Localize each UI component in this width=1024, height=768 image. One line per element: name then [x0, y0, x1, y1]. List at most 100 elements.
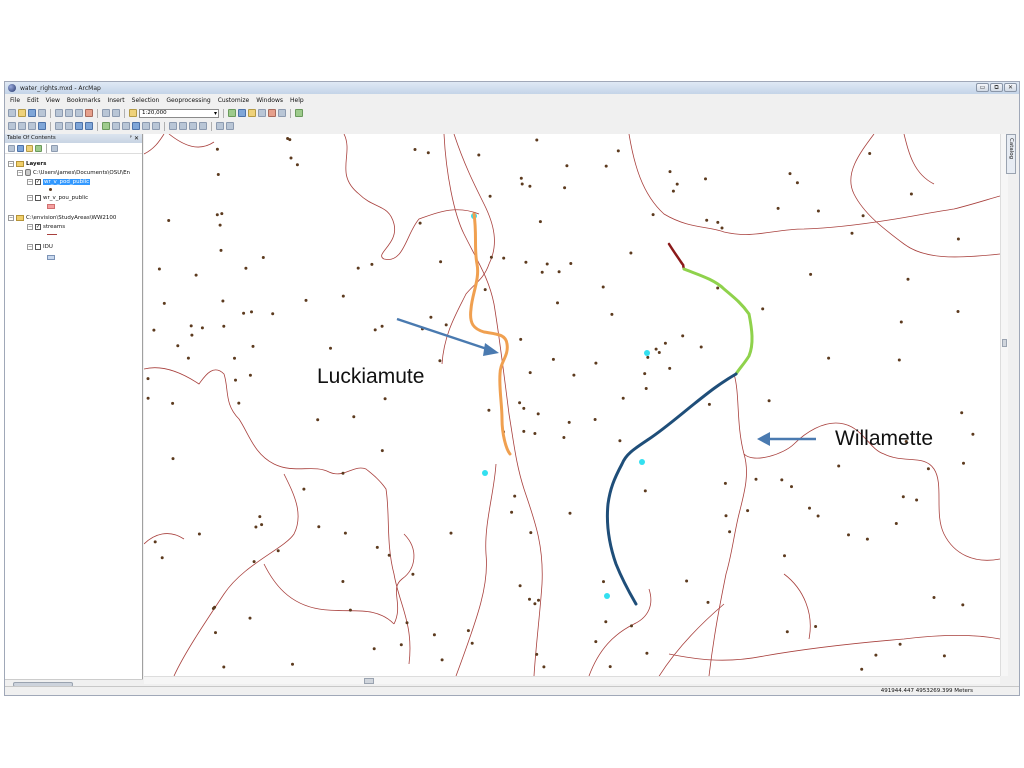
add-data-icon[interactable]: [129, 109, 137, 117]
close-window-button[interactable]: ✕: [1004, 83, 1017, 92]
pin-icon[interactable]: ᵖ: [130, 134, 132, 143]
water-right-point: [563, 186, 567, 190]
restore-button[interactable]: ⧉: [990, 83, 1003, 92]
list-by-source-icon[interactable]: [17, 144, 24, 152]
water-right-point: [671, 189, 675, 193]
find-icon[interactable]: [179, 122, 187, 130]
list-by-selection-icon[interactable]: [35, 144, 42, 152]
scrollbar-thumb[interactable]: [364, 678, 374, 684]
zoom-in-icon[interactable]: [8, 122, 16, 130]
collapse-icon[interactable]: −: [17, 169, 23, 176]
menu-geoprocessing[interactable]: Geoprocessing: [166, 97, 210, 104]
water-right-point: [153, 540, 157, 544]
zoom-out-icon[interactable]: [18, 122, 26, 130]
cut-icon[interactable]: [55, 109, 63, 117]
layer-visibility-checkbox[interactable]: [35, 194, 41, 201]
menu-insert[interactable]: Insert: [107, 97, 124, 104]
editor-toolbar-icon[interactable]: [228, 109, 236, 117]
clear-selection-icon[interactable]: [112, 122, 120, 130]
create-viewer-icon[interactable]: [216, 122, 224, 130]
menu-file[interactable]: File: [10, 97, 20, 104]
undo-icon[interactable]: [102, 109, 110, 117]
select-features-icon[interactable]: [102, 122, 110, 130]
water-right-point: [218, 223, 222, 227]
toolbar-separator: [97, 108, 98, 118]
collapse-icon[interactable]: −: [27, 194, 33, 201]
menu-help[interactable]: Help: [290, 97, 304, 104]
save-icon[interactable]: [28, 109, 36, 117]
minimize-button[interactable]: ▭: [976, 83, 989, 92]
pan-icon[interactable]: [28, 122, 36, 130]
paste-icon[interactable]: [75, 109, 83, 117]
select-elements-icon[interactable]: [122, 122, 130, 130]
magnifier-icon[interactable]: [226, 122, 234, 130]
water-right-point: [556, 301, 559, 305]
collapse-icon[interactable]: −: [27, 178, 33, 185]
hyperlink-icon[interactable]: [142, 122, 150, 130]
water-right-point: [405, 621, 409, 625]
water-right-point: [675, 182, 679, 186]
new-document-icon[interactable]: [8, 109, 16, 117]
stream-line: [144, 533, 185, 545]
water-right-point: [520, 182, 524, 186]
open-folder-icon[interactable]: [18, 109, 26, 117]
catalog-window-icon[interactable]: [248, 109, 256, 117]
toc-layers-row[interactable]: − Layers: [8, 159, 46, 168]
fixed-zoom-in-icon[interactable]: [55, 122, 63, 130]
search-window-icon[interactable]: [258, 109, 266, 117]
toc-options-icon[interactable]: [51, 144, 58, 152]
map-vertical-scrollbar[interactable]: [1000, 134, 1008, 676]
menu-edit[interactable]: Edit: [27, 97, 39, 104]
forward-extent-icon[interactable]: [85, 122, 93, 130]
toc-layer-streams-row[interactable]: − ✓ streams: [27, 222, 65, 231]
list-by-visibility-icon[interactable]: [26, 144, 33, 152]
identify-icon[interactable]: [132, 122, 140, 130]
layer-visibility-checkbox[interactable]: [35, 243, 41, 250]
catalog-side-tab[interactable]: Catalog: [1006, 134, 1016, 174]
stream-line: [850, 134, 1000, 258]
map-display[interactable]: Luckiamute Willamette: [144, 134, 1000, 676]
layer-visibility-checkbox[interactable]: ✓: [35, 223, 41, 230]
water-right-point: [932, 596, 936, 599]
time-slider-icon[interactable]: [199, 122, 207, 130]
collapse-icon[interactable]: −: [8, 160, 14, 167]
map-canvas[interactable]: [144, 134, 1000, 676]
collapse-icon[interactable]: −: [27, 223, 33, 230]
python-window-icon[interactable]: [278, 109, 286, 117]
list-by-drawing-order-icon[interactable]: [8, 144, 15, 152]
menu-selection[interactable]: Selection: [132, 97, 160, 104]
menu-windows[interactable]: Windows: [256, 97, 283, 104]
toc-layer-idu-row[interactable]: − IDU: [27, 242, 53, 251]
menu-customize[interactable]: Customize: [218, 97, 250, 104]
arctoolbox-icon[interactable]: [268, 109, 276, 117]
print-icon[interactable]: [38, 109, 46, 117]
go-to-xy-icon[interactable]: [189, 122, 197, 130]
close-icon[interactable]: ✕: [134, 134, 139, 143]
model-builder-icon[interactable]: [295, 109, 303, 117]
redo-icon[interactable]: [112, 109, 120, 117]
map-horizontal-scrollbar[interactable]: [144, 676, 1000, 684]
collapse-icon[interactable]: −: [27, 243, 33, 250]
menu-bookmarks[interactable]: Bookmarks: [67, 97, 101, 104]
toc-group1-row[interactable]: − C:\Users\james\Documents\OSU\En: [17, 168, 130, 177]
measure-icon[interactable]: [169, 122, 177, 130]
toc-layer-pou-row[interactable]: − wr_v_pou_public: [27, 193, 88, 202]
html-popup-icon[interactable]: [152, 122, 160, 130]
toc-window-icon[interactable]: [238, 109, 246, 117]
toolbar-separator: [46, 143, 47, 153]
delete-icon[interactable]: [85, 109, 93, 117]
water-right-point: [522, 406, 526, 410]
water-right-point: [449, 531, 453, 535]
collapse-icon[interactable]: −: [8, 214, 14, 221]
toc-group2-row[interactable]: − C:\envision\StudyAreas\WW2100: [8, 213, 116, 222]
menu-view[interactable]: View: [46, 97, 60, 104]
fixed-zoom-out-icon[interactable]: [65, 122, 73, 130]
layer-visibility-checkbox[interactable]: ✓: [35, 178, 41, 185]
map-scale-dropdown[interactable]: 1:20,000: [139, 108, 219, 118]
toc-layer-pod-row[interactable]: − ✓ wr_v_pod_public: [27, 177, 91, 186]
copy-icon[interactable]: [65, 109, 73, 117]
back-extent-icon[interactable]: [75, 122, 83, 130]
scrollbar-thumb[interactable]: [1002, 339, 1007, 347]
water-right-point: [608, 665, 612, 669]
full-extent-icon[interactable]: [38, 122, 46, 130]
